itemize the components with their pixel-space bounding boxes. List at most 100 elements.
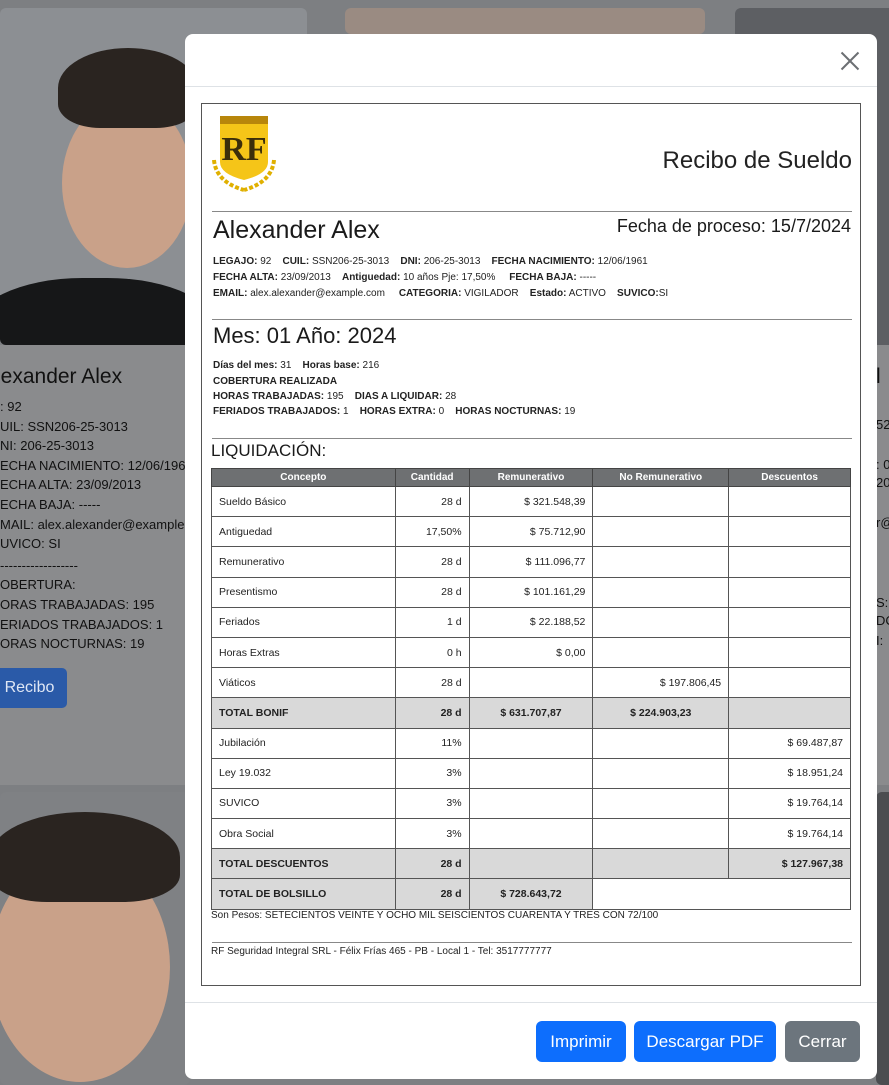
table-cell: 3% (394, 818, 470, 850)
table-cell: $ 127.967,38 (728, 848, 851, 880)
table-row: Antiguedad 17,50% $ 75.712,90 (211, 516, 851, 548)
table-cell (728, 697, 851, 729)
employee-card-line: OBERTURA: (0, 577, 76, 593)
table-cell: 1 d (394, 606, 470, 638)
table-cell (592, 485, 730, 518)
employee-card-fragment: : 0 (876, 457, 889, 472)
table-cell: 28 d (394, 878, 470, 910)
table-cell (468, 667, 594, 699)
amount-in-words: Son Pesos: SETECIENTOS VEINTE Y OCHO MIL… (211, 910, 659, 921)
table-cell: 28 d (394, 667, 470, 699)
table-cell: SUVICO (211, 787, 396, 820)
company-footer: RF Seguridad Integral SRL - Félix Frías … (211, 946, 552, 957)
table-cell: TOTAL DE BOLSILLO (211, 878, 396, 910)
table-row: Jubilación 11% $ 69.487,87 (211, 727, 851, 759)
table-cell: Viáticos (211, 667, 396, 699)
employee-photo-5 (876, 792, 889, 1085)
close-button[interactable]: Cerrar (785, 1021, 860, 1062)
table-row: Remunerativo 28 d $ 111.096,77 (211, 546, 851, 578)
liquidacion-table: Concepto Cantidad Remunerativo No Remune… (211, 468, 851, 910)
employee-card-line: ECHA ALTA: 23/09/2013 (0, 477, 142, 493)
period-info-line-3: HORAS TRABAJADAS: 195 DIAS A LIQUIDAR: 2… (213, 391, 457, 402)
employee-card-fragment: 20 (876, 475, 889, 490)
table-cell (592, 516, 730, 548)
employee-card-fragment: S: (876, 595, 889, 610)
receipt-modal: RF Recibo de Sueldo Alexander Alex Fecha… (185, 34, 877, 1079)
table-row: Sueldo Básico 28 d $ 321.548,39 (211, 485, 851, 518)
employee-card-fragment: r@ (876, 515, 889, 530)
process-date: Fecha de proceso: 15/7/2024 (616, 216, 851, 236)
table-row: TOTAL BONIF 28 d $ 631.707,87 $ 224.903,23 (211, 697, 851, 729)
table-row: Feriados 1 d $ 22.188,52 (211, 606, 851, 638)
table-cell (728, 546, 851, 578)
table-cell (592, 818, 730, 850)
download-pdf-button[interactable]: Descargar PDF (634, 1021, 776, 1062)
table-cell: $ 101.161,29 (468, 576, 594, 608)
table-cell (728, 606, 851, 638)
divider (212, 211, 852, 212)
employee-card-line: MAIL: alex.alexander@example.c (0, 516, 188, 532)
table-cell: $ 631.707,87 (468, 697, 594, 729)
employee-info-line-3: EMAIL: alex.alexander@example.com CATEGO… (213, 288, 669, 299)
table-cell: Sueldo Básico (211, 485, 396, 518)
table-cell (592, 848, 730, 880)
table-cell: Remunerativo (211, 546, 396, 578)
employee-card-details: : 92 UIL: SSN206-25-3013 NI: 206-25-3013 EC… (0, 397, 188, 654)
table-row: TOTAL DESCUENTOS 28 d $ 127.967,38 (211, 848, 851, 880)
table-row: SUVICO 3% $ 19.764,14 (211, 787, 851, 820)
table-cell: $ 69.487,87 (728, 727, 851, 759)
table-cell: 17,50% (394, 516, 470, 548)
column-header: Descuentos (728, 468, 851, 487)
employee-info-line-2: FECHA ALTA: 23/09/2013 Antiguedad: 10 añ… (213, 272, 597, 283)
table-row: Viáticos 28 d $ 197.806,45 (211, 667, 851, 699)
employee-card-line: ECHA BAJA: ----- (0, 496, 101, 512)
table-cell: 28 d (394, 485, 470, 518)
table-cell: $ 728.643,72 (468, 878, 594, 910)
table-row: Presentismo 28 d $ 101.161,29 (211, 576, 851, 608)
table-cell: 28 d (394, 848, 470, 880)
table-cell: $ 111.096,77 (468, 546, 594, 578)
table-cell (468, 727, 594, 759)
table-cell: Jubilación (211, 727, 396, 759)
employee-photo-4 (0, 792, 190, 1085)
employee-card-line: ORAS NOCTURNAS: 19 (0, 636, 145, 652)
table-cell: 28 d (394, 697, 470, 729)
table-header-row: Concepto Cantidad Remunerativo No Remune… (211, 468, 851, 487)
table-cell: Feriados (211, 606, 396, 638)
company-logo: RF (212, 116, 276, 192)
table-cell: 11% (394, 727, 470, 759)
table-cell (592, 606, 730, 638)
table-cell (468, 848, 594, 880)
employee-card: lexander Alex : 92 UIL: SSN206-25-3013 NI:… (0, 345, 188, 785)
employee-info-line-1: LEGAJO: 92 CUIL: SSN206-25-3013 DNI: 206… (213, 256, 648, 267)
logo-lettering: RF (221, 131, 266, 168)
recibo-button[interactable]: Recibo (0, 668, 67, 708)
table-cell: 3% (394, 787, 470, 820)
table-cell: 0 h (394, 636, 470, 669)
table-cell: $ 19.764,14 (728, 818, 851, 850)
table-cell: Ley 19.032 (211, 757, 396, 789)
divider (212, 319, 852, 320)
employee-card-line: ORAS TRABAJADAS: 195 (0, 596, 155, 612)
period-info-line-1: Días del mes: 31 Horas base: 216 (213, 360, 380, 371)
salary-receipt: RF Recibo de Sueldo Alexander Alex Fecha… (201, 103, 861, 986)
table-cell (592, 757, 730, 789)
print-button[interactable]: Imprimir (536, 1021, 626, 1062)
table-cell (592, 727, 730, 759)
modal-footer: Imprimir Descargar PDF Cerrar (185, 1002, 877, 1079)
close-icon[interactable] (837, 48, 863, 74)
table-cell (592, 878, 851, 910)
table-cell: $ 19.764,14 (728, 787, 851, 820)
column-header: No Remunerativo (592, 468, 730, 487)
employee-photo-2 (345, 8, 705, 34)
table-cell (728, 516, 851, 548)
table-row: Obra Social 3% $ 19.764,14 (211, 818, 851, 850)
table-cell: $ 0,00 (468, 636, 594, 669)
table-cell: Antiguedad (211, 516, 396, 548)
table-cell: TOTAL BONIF (211, 697, 396, 729)
table-cell (728, 576, 851, 608)
column-header: Cantidad (394, 468, 470, 487)
employee-card-fragment: 52 (876, 417, 889, 432)
table-cell (728, 636, 851, 669)
table-cell (592, 636, 730, 669)
